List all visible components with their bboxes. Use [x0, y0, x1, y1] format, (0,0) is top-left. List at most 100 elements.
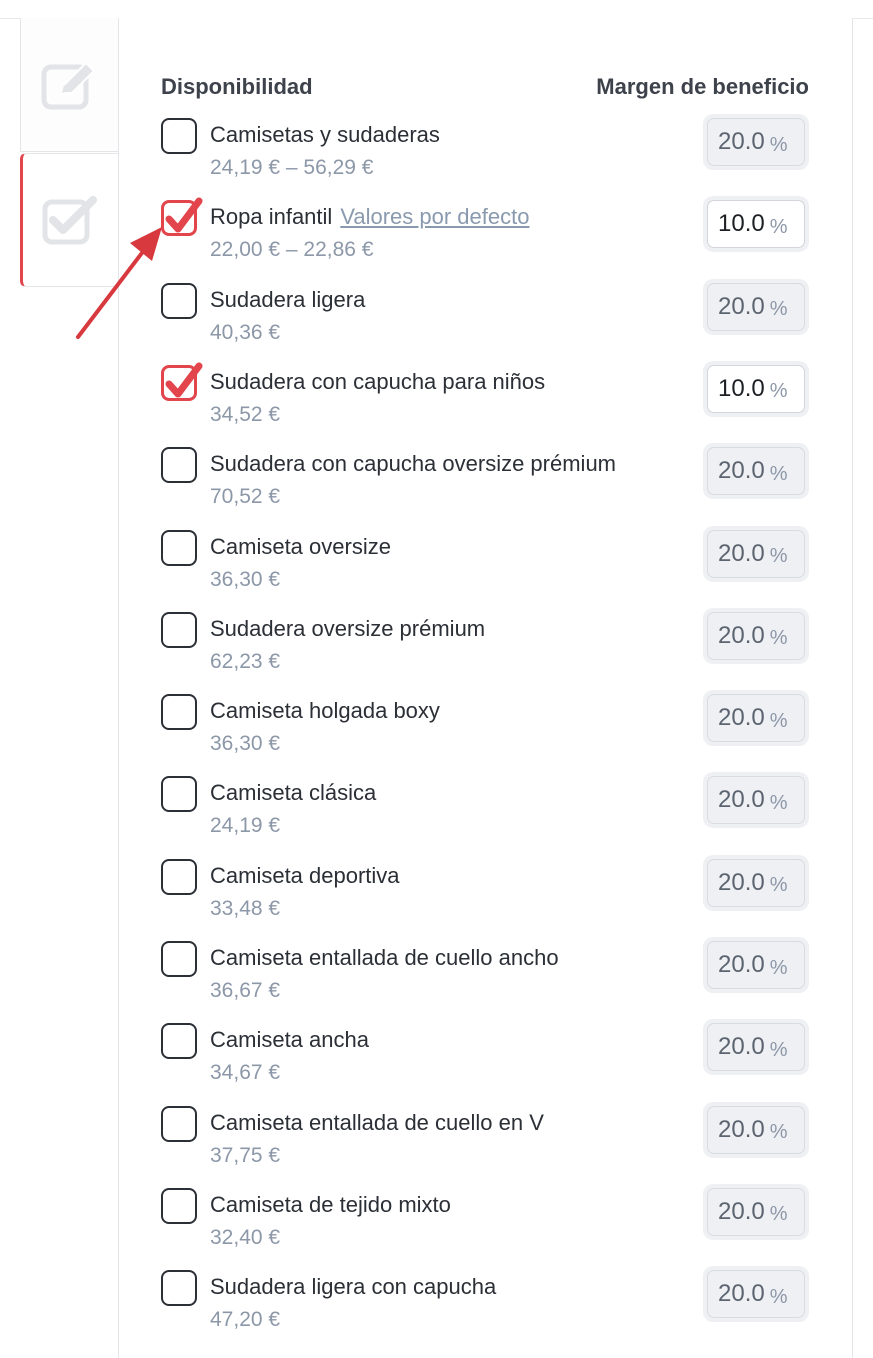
checkbox-checked[interactable] [161, 362, 203, 401]
margin-input[interactable]: 20.0% [707, 858, 805, 907]
margin-input[interactable]: 20.0% [707, 118, 805, 166]
product-name-text: Sudadera oversize prémium [210, 615, 486, 641]
margin-field: 20.0% [703, 525, 809, 582]
product-price: 34,67 € [210, 1061, 281, 1085]
margin-field: 20.0% [703, 1101, 809, 1158]
margin-field: 20.0% [703, 443, 809, 500]
product-name-text: Camiseta ancha [210, 1027, 369, 1053]
percent-unit: % [769, 298, 788, 321]
margin-input[interactable]: 20.0% [707, 611, 805, 660]
margin-value: 20.0 [718, 868, 765, 896]
margin-input[interactable]: 20.0% [707, 1270, 805, 1319]
product-name: Sudadera oversize prémium [210, 616, 485, 642]
product-name: Camiseta entallada de cuello ancho [210, 945, 559, 971]
product-name: Camisetas y sudaderas [210, 122, 440, 148]
checkbox[interactable] [161, 1023, 197, 1060]
product-name-text: Sudadera ligera con capucha [210, 1274, 497, 1300]
product-row: Camiseta entallada de cuello ancho 36,67 … [0, 937, 873, 1023]
product-price: 36,30 € [210, 567, 281, 591]
product-row: Sudadera con capucha para niños 34,52 € 10… [0, 360, 873, 447]
product-name: Camiseta clásica [210, 780, 376, 806]
product-name: Camiseta ancha [210, 1027, 369, 1053]
margin-field: 20.0% [703, 1183, 809, 1240]
percent-unit: % [769, 956, 788, 979]
margin-field: 20.0% [703, 1019, 809, 1076]
margin-field: 20.0% [703, 607, 809, 664]
margin-field: 20.0% [703, 772, 809, 829]
product-price: 40,36 € [210, 320, 281, 344]
product-name: Sudadera con capucha para niños [210, 369, 545, 395]
checkbox[interactable] [161, 694, 197, 731]
availability-heading: Disponibilidad [161, 74, 313, 99]
checkbox[interactable] [161, 118, 197, 154]
margin-input[interactable]: 20.0% [707, 776, 805, 825]
checkbox[interactable] [161, 611, 197, 648]
margin-input[interactable]: 20.0% [707, 1187, 805, 1236]
margin-value: 20.0 [718, 786, 765, 814]
product-row: Camiseta ancha 34,67 € 20.0% [0, 1019, 873, 1105]
checkbox[interactable] [161, 858, 197, 895]
pointer-arrow [76, 227, 162, 339]
margin-input[interactable]: 20.0% [707, 447, 805, 496]
checkbox[interactable] [161, 1187, 197, 1224]
product-price: 24,19 € – 56,29 € [210, 156, 374, 179]
checkbox[interactable] [161, 447, 197, 484]
percent-unit: % [769, 627, 788, 650]
margin-field: 20.0% [703, 278, 809, 335]
product-name: Camiseta holgada boxy [210, 698, 440, 724]
product-row: Camiseta deportiva 33,48 € 20.0% [0, 854, 873, 941]
percent-unit: % [769, 545, 788, 567]
default-values-link[interactable]: Valores por defecto [340, 204, 529, 229]
margin-value: 20.0 [718, 1033, 765, 1061]
product-name-text: Ropa infantil [210, 204, 333, 230]
product-row: Camiseta holgada boxy 36,30 € 20.0% [0, 690, 873, 776]
product-row: Camiseta entallada de cuello en V 37,75 €… [0, 1101, 873, 1188]
product-name: Sudadera con capucha oversize prémium [210, 451, 616, 477]
checkbox[interactable] [161, 1105, 197, 1142]
product-name: Camiseta deportiva [210, 863, 400, 889]
product-name: Camiseta entallada de cuello en V [210, 1110, 544, 1136]
percent-unit: % [769, 1038, 788, 1061]
margin-input[interactable]: 10.0% [707, 364, 805, 413]
product-price: 62,23 € [210, 649, 281, 673]
margin-input[interactable]: 20.0% [707, 529, 805, 578]
margin-field: 20.0% [703, 1266, 809, 1323]
checkbox[interactable] [161, 941, 197, 977]
product-name-text: Camisetas y sudaderas [210, 122, 440, 147]
margin-input[interactable]: 20.0% [707, 1105, 805, 1154]
checkbox[interactable] [161, 529, 197, 566]
product-price: 37,75 € [210, 1143, 281, 1167]
product-price: 33,48 € [210, 896, 281, 920]
margin-value: 20.0 [718, 951, 765, 978]
product-name-text: Sudadera con capucha para niños [210, 368, 546, 394]
margin-field: 20.0% [703, 114, 809, 170]
product-row: Camiseta de tejido mixto 32,40 € 20.0% [0, 1183, 873, 1270]
percent-unit: % [769, 1285, 788, 1308]
product-name-text: Camiseta de tejido mixto [210, 1191, 451, 1217]
checkbox[interactable] [161, 776, 197, 813]
product-name-text: Camiseta oversize [210, 533, 391, 559]
margin-value: 20.0 [718, 1115, 765, 1143]
product-name-text: Camiseta clásica [210, 780, 377, 806]
margin-input[interactable]: 20.0% [707, 1023, 805, 1072]
checkbox[interactable] [161, 1270, 197, 1307]
product-name: Camiseta oversize [210, 534, 391, 560]
product-price: 34,52 € [210, 402, 281, 426]
margin-input[interactable]: 20.0% [707, 282, 805, 331]
product-name: Sudadera ligera con capucha [210, 1274, 496, 1300]
margin-input[interactable]: 10.0% [707, 200, 805, 249]
product-name-text: Sudadera ligera [210, 286, 366, 312]
margin-value: 20.0 [718, 621, 765, 649]
margin-value: 20.0 [718, 1197, 765, 1225]
percent-unit: % [769, 874, 788, 897]
margin-field: 20.0% [703, 937, 809, 993]
margin-value: 20.0 [718, 128, 765, 155]
margin-input[interactable]: 20.0% [707, 941, 805, 989]
top-bar [0, 0, 873, 19]
margin-input[interactable]: 20.0% [707, 694, 805, 743]
product-name-text: Camiseta entallada de cuello ancho [210, 945, 559, 970]
margin-value: 20.0 [718, 704, 765, 732]
margin-value: 20.0 [718, 457, 765, 485]
checkmark-icon [165, 362, 203, 398]
percent-unit: % [769, 380, 788, 403]
